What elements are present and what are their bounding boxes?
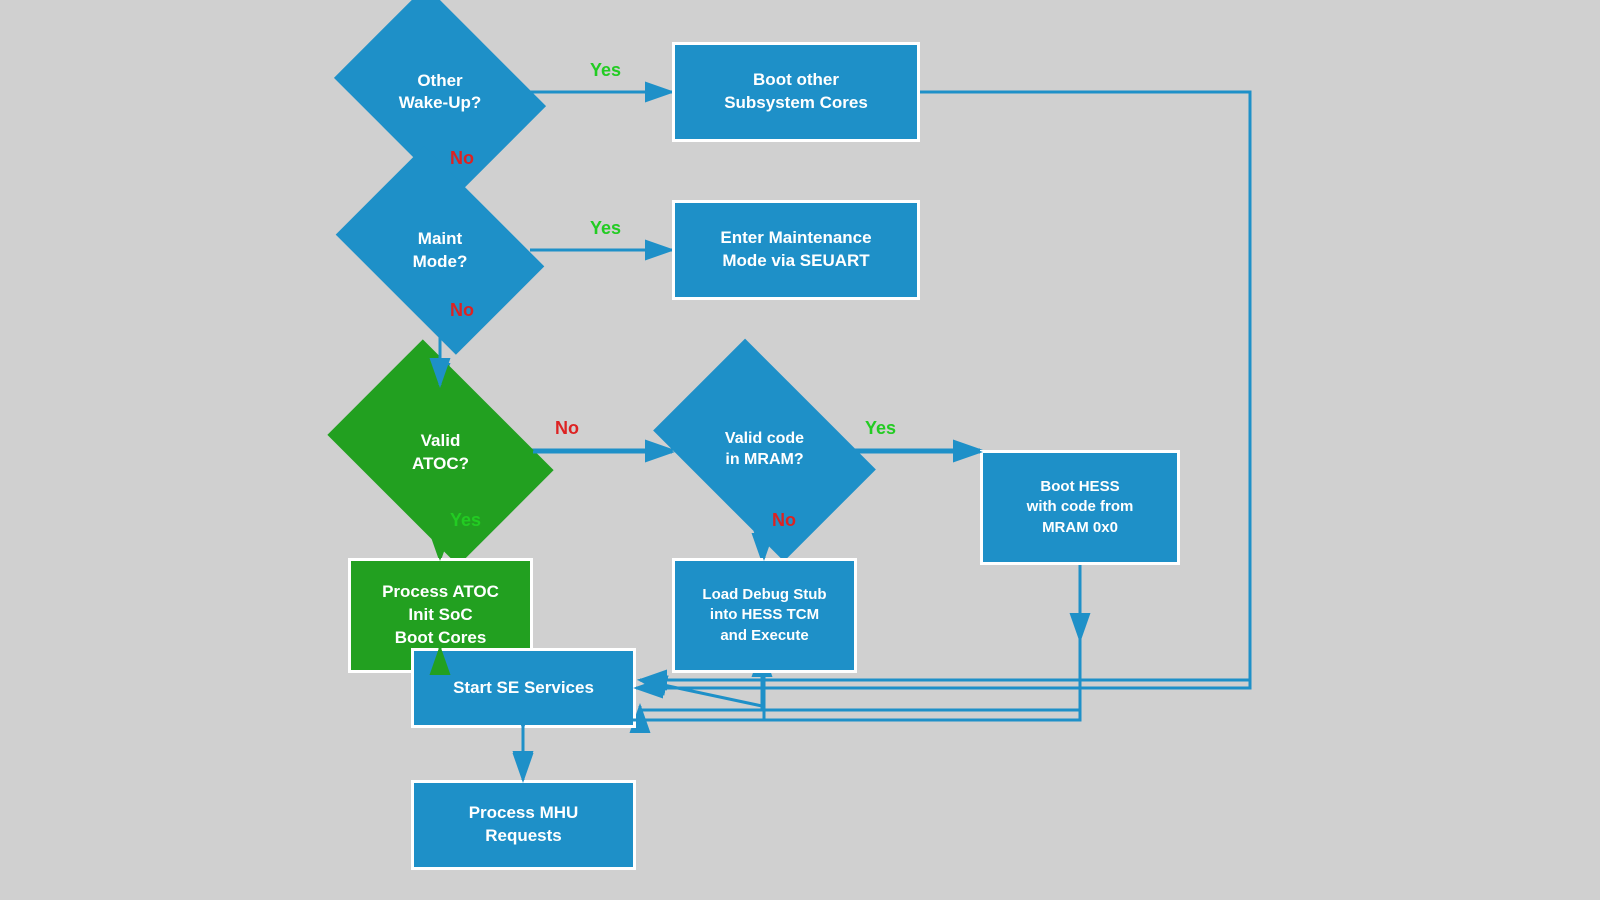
start-se-box: Start SE Services	[411, 648, 636, 728]
boot-subsystem-box: Boot other Subsystem Cores	[672, 42, 920, 142]
enter-maint-label: Enter Maintenance Mode via SEUART	[720, 227, 871, 273]
valid-atoc-yes-label: Yes	[450, 510, 481, 531]
other-wakeup-label: Other Wake-Up?	[399, 70, 482, 114]
boot-hess-box: Boot HESS with code from MRAM 0x0	[980, 450, 1180, 565]
other-wakeup-no-label: No	[450, 148, 474, 169]
valid-atoc-no-label: No	[555, 418, 579, 439]
process-mhu-label: Process MHU Requests	[469, 802, 579, 848]
start-se-label: Start SE Services	[453, 677, 594, 700]
enter-maint-box: Enter Maintenance Mode via SEUART	[672, 200, 920, 300]
maint-mode-no-label: No	[450, 300, 474, 321]
valid-atoc-diamond: Valid ATOC?	[327, 339, 553, 565]
valid-mram-no-label: No	[772, 510, 796, 531]
valid-mram-diamond: Valid code in MRAM?	[653, 339, 876, 562]
valid-atoc-label: Valid ATOC?	[412, 430, 469, 474]
boot-hess-label: Boot HESS with code from MRAM 0x0	[1027, 477, 1134, 538]
process-atoc-label: Process ATOC Init SoC Boot Cores	[382, 581, 499, 650]
load-debug-label: Load Debug Stub into HESS TCM and Execut…	[702, 585, 826, 646]
load-debug-box: Load Debug Stub into HESS TCM and Execut…	[672, 558, 857, 673]
flowchart: Other Wake-Up? Yes No Boot other Subsyst…	[0, 0, 1600, 900]
boot-subsystem-label: Boot other Subsystem Cores	[724, 69, 868, 115]
valid-mram-label: Valid code in MRAM?	[725, 429, 804, 471]
maint-mode-yes-label: Yes	[590, 218, 621, 239]
valid-mram-yes-label: Yes	[865, 418, 896, 439]
maint-mode-label: Maint Mode?	[413, 228, 468, 272]
process-mhu-box: Process MHU Requests	[411, 780, 636, 870]
maint-mode-diamond: Maint Mode?	[336, 146, 545, 355]
other-wakeup-yes-label: Yes	[590, 60, 621, 81]
